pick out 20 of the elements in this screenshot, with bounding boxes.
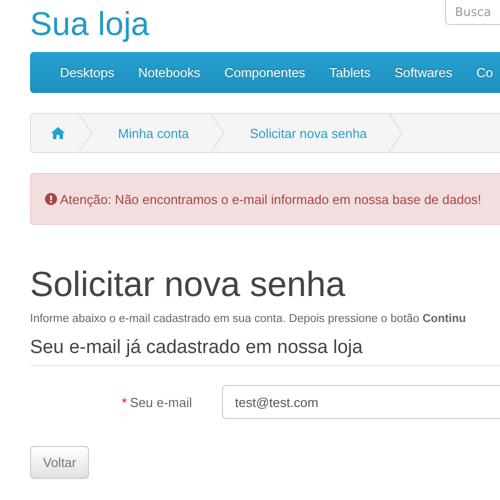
exclamation-icon (45, 193, 57, 205)
page-title: Solicitar nova senha (30, 265, 346, 305)
breadcrumb-link[interactable]: Solicitar nova senha (224, 114, 389, 152)
alert-text: Atenção: Não encontramos o e-mail informado em nossa base de dados! (60, 192, 482, 206)
search-field[interactable]: Busca (445, 0, 500, 25)
menu-item[interactable]: Softwares (394, 65, 452, 80)
home-icon[interactable] (51, 127, 65, 139)
section-heading: Seu e-mail já cadastrado em nossa loja (30, 337, 500, 366)
required-icon: * (122, 394, 127, 410)
menu-item[interactable]: Tablets (329, 65, 371, 80)
menu-item[interactable]: Co (476, 65, 493, 80)
menu-item[interactable]: Desktops (60, 65, 114, 80)
menu-item[interactable]: Notebooks (138, 65, 200, 80)
field-label: Seu e-mail (130, 394, 192, 410)
breadcrumb-link[interactable]: Minha conta (93, 114, 211, 152)
intro-text: Informe abaixo o e-mail cadastrado em sua conta. Depois pressione o botão Continu (30, 313, 467, 325)
email-field[interactable]: test@test.com (222, 385, 500, 419)
back-button[interactable]: Voltar (30, 446, 90, 479)
store-logo[interactable]: Sua loja (30, 6, 150, 42)
menu-item[interactable]: Componentes (224, 65, 306, 80)
